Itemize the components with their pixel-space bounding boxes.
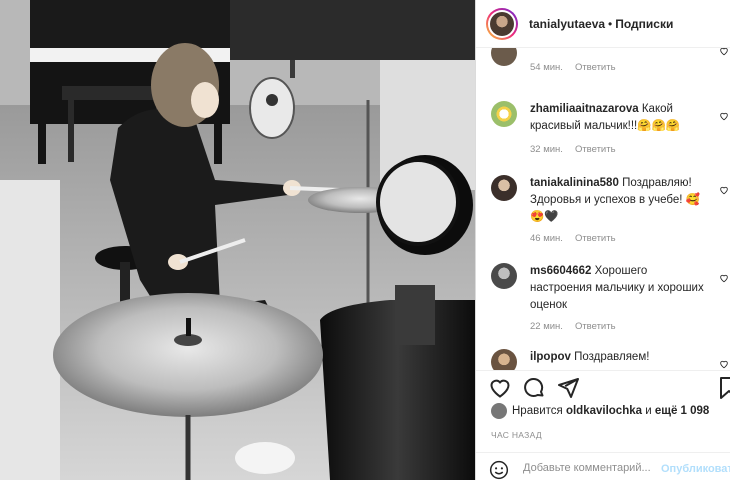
like-comment-icon[interactable]: [719, 359, 729, 369]
reply-button[interactable]: Ответить: [575, 233, 616, 244]
likes-line: Нравится oldkavilochka и ещё 1 098: [491, 403, 709, 419]
comment-username[interactable]: ms6604662: [530, 265, 591, 277]
reply-button[interactable]: Ответить: [575, 62, 616, 73]
post-time[interactable]: ЧАС НАЗАД: [491, 430, 542, 440]
comment-username[interactable]: taniakalinina580: [530, 177, 619, 189]
comment-meta: 32 мин. Ответить: [530, 144, 628, 155]
like-comment-icon[interactable]: [719, 111, 729, 121]
author-username[interactable]: tanialyutaeva: [529, 17, 605, 31]
like-comment-icon[interactable]: [719, 185, 729, 195]
heart-icon[interactable]: [488, 376, 512, 400]
comment-icon[interactable]: [522, 376, 546, 400]
comment-text: ilpopov Поздравляем!: [530, 349, 710, 366]
reply-button[interactable]: Ответить: [575, 144, 616, 155]
comment-avatar[interactable]: [491, 349, 517, 370]
comment-avatar[interactable]: [491, 175, 517, 201]
post-photo[interactable]: [0, 0, 475, 480]
comment-avatar[interactable]: [491, 263, 517, 289]
emoji-icon[interactable]: [489, 460, 509, 480]
bookmark-icon[interactable]: [717, 376, 730, 400]
liker-avatar[interactable]: [491, 403, 507, 419]
comment-text: ms6604662 Хорошего настроения мальчику и…: [530, 263, 710, 314]
author-line: tanialyutaeva • Подписки: [529, 17, 673, 31]
comment-username[interactable]: zhamiliaaitnazarova: [530, 103, 639, 115]
share-icon[interactable]: [556, 376, 580, 400]
comment-meta: 46 мин. Ответить: [530, 233, 628, 244]
reply-button[interactable]: Ответить: [575, 321, 616, 332]
like-comment-icon[interactable]: [719, 48, 729, 56]
post-side-panel: tanialyutaeva • Подписки 54 мин. Ответить z…: [475, 0, 730, 480]
comment-time: 46 мин.: [530, 233, 563, 244]
likes-count[interactable]: ещё 1 098: [655, 405, 709, 417]
comment-avatar[interactable]: [491, 101, 517, 127]
likes-and: и: [645, 405, 652, 418]
follow-button[interactable]: Подписки: [615, 17, 673, 31]
comment-text: zhamiliaaitnazarova Какой красивый мальч…: [530, 101, 710, 135]
author-avatar[interactable]: [486, 8, 518, 40]
publish-button[interactable]: Опубликовать: [661, 463, 730, 475]
liker-username[interactable]: oldkavilochka: [566, 405, 642, 417]
comment-body: Поздравляем!: [574, 351, 650, 363]
comment-time: 54 мин.: [530, 62, 563, 73]
post-header: tanialyutaeva • Подписки: [476, 0, 730, 48]
add-comment-bar: Опубликовать: [476, 452, 730, 480]
like-comment-icon[interactable]: [719, 273, 729, 283]
comment-text: taniakalinina580 Поздравляю! Здоровья и …: [530, 175, 710, 226]
comment-meta: 54 мин. Ответить: [530, 62, 628, 73]
likes-prefix: Нравится: [512, 405, 563, 418]
comment-avatar[interactable]: [491, 48, 517, 66]
comments-list[interactable]: 54 мин. Ответить zhamiliaaitnazarova Како…: [476, 48, 730, 370]
comment-input[interactable]: [523, 459, 655, 477]
photo-boy-drums: [0, 0, 475, 480]
comment-time: 22 мин.: [530, 321, 563, 332]
comment-time: 32 мин.: [530, 144, 563, 155]
comment-meta: 22 мин. Ответить: [530, 321, 628, 332]
comment-username[interactable]: ilpopov: [530, 351, 571, 363]
header-separator: •: [608, 17, 613, 31]
